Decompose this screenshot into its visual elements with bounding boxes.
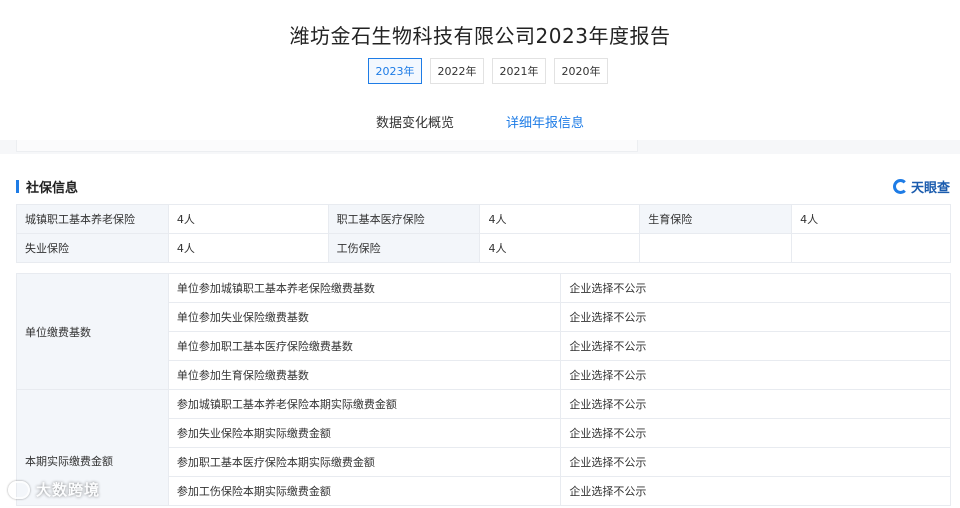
insurance-label: 职工基本医疗保险 bbox=[327, 204, 481, 234]
brand-text: 天眼查 bbox=[910, 181, 950, 196]
tianyancha-logo-icon bbox=[892, 179, 908, 194]
section-tabs: 数据变化概览 详细年报信息 bbox=[0, 112, 960, 143]
brand-logo: 天眼查 bbox=[892, 177, 950, 196]
watermark-text: 大数跨境 bbox=[36, 481, 101, 499]
insurance-label: 工伤保险 bbox=[327, 233, 481, 263]
insurance-value: 4人 bbox=[167, 204, 329, 234]
item-label: 单位参加职工基本医疗保险缴费基数 bbox=[167, 331, 562, 361]
item-value: 企业选择不公示 bbox=[560, 360, 951, 390]
section-accent-bar bbox=[16, 180, 19, 193]
empty-cell bbox=[639, 233, 793, 263]
insurance-label: 失业保险 bbox=[16, 233, 169, 263]
item-label: 参加职工基本医疗保险本期实际缴费金额 bbox=[167, 447, 562, 477]
year-tab-2023[interactable]: 2023年 bbox=[368, 58, 422, 84]
page-title: 潍坊金石生物科技有限公司2023年度报告 bbox=[289, 24, 671, 48]
item-label: 参加工伤保险本期实际缴费金额 bbox=[167, 476, 562, 506]
table-row: 单位缴费基数 单位参加城镇职工基本养老保险缴费基数 企业选择不公示 bbox=[16, 273, 951, 390]
insured-count-table: 城镇职工基本养老保险 4人 职工基本医疗保险 4人 生育保险 4人 失业保险 4… bbox=[16, 204, 951, 263]
insurance-value: 4人 bbox=[791, 204, 951, 234]
insurance-label: 生育保险 bbox=[639, 204, 793, 234]
insurance-value: 4人 bbox=[479, 204, 641, 234]
year-tab-2020[interactable]: 2020年 bbox=[554, 58, 608, 84]
item-value: 企业选择不公示 bbox=[560, 331, 951, 361]
contribution-table: 单位缴费基数 单位参加城镇职工基本养老保险缴费基数 企业选择不公示 单位参加失业… bbox=[16, 273, 951, 506]
year-tab-2022[interactable]: 2022年 bbox=[430, 58, 484, 84]
year-tab-2021[interactable]: 2021年 bbox=[492, 58, 546, 84]
section-header: 社保信息 bbox=[16, 177, 78, 196]
item-value: 企业选择不公示 bbox=[560, 476, 951, 506]
table-row: 失业保险 4人 工伤保险 4人 bbox=[16, 233, 951, 263]
table-row: 城镇职工基本养老保险 4人 职工基本医疗保险 4人 生育保险 4人 bbox=[16, 204, 951, 234]
item-value: 企业选择不公示 bbox=[560, 447, 951, 477]
empty-cell bbox=[791, 233, 951, 263]
group-label-unit-base: 单位缴费基数 bbox=[16, 273, 169, 390]
item-label: 单位参加生育保险缴费基数 bbox=[167, 360, 562, 390]
item-value: 企业选择不公示 bbox=[560, 418, 951, 448]
tab-data-change-overview[interactable]: 数据变化概览 bbox=[376, 112, 454, 143]
previous-section-bottom bbox=[16, 140, 638, 152]
insurance-value: 4人 bbox=[479, 233, 641, 263]
item-label: 单位参加失业保险缴费基数 bbox=[167, 302, 562, 332]
section-title: 社保信息 bbox=[26, 181, 79, 196]
table-row: 本期实际缴费金额 参加城镇职工基本养老保险本期实际缴费金额 企业选择不公示 bbox=[16, 389, 951, 506]
tab-detailed-report-info[interactable]: 详细年报信息 bbox=[506, 112, 584, 143]
item-label: 参加失业保险本期实际缴费金额 bbox=[167, 418, 562, 448]
item-value: 企业选择不公示 bbox=[560, 389, 951, 419]
insurance-label: 城镇职工基本养老保险 bbox=[16, 204, 169, 234]
watermark: 大数跨境 bbox=[8, 479, 100, 500]
item-label: 参加城镇职工基本养老保险本期实际缴费金额 bbox=[167, 389, 562, 419]
insurance-value: 4人 bbox=[167, 233, 329, 263]
watermark-logo-icon bbox=[8, 480, 30, 499]
item-value: 企业选择不公示 bbox=[560, 273, 951, 303]
item-value: 企业选择不公示 bbox=[560, 302, 951, 332]
year-tabs: 2023年 2022年 2021年 2020年 bbox=[368, 58, 608, 84]
item-label: 单位参加城镇职工基本养老保险缴费基数 bbox=[167, 273, 562, 303]
